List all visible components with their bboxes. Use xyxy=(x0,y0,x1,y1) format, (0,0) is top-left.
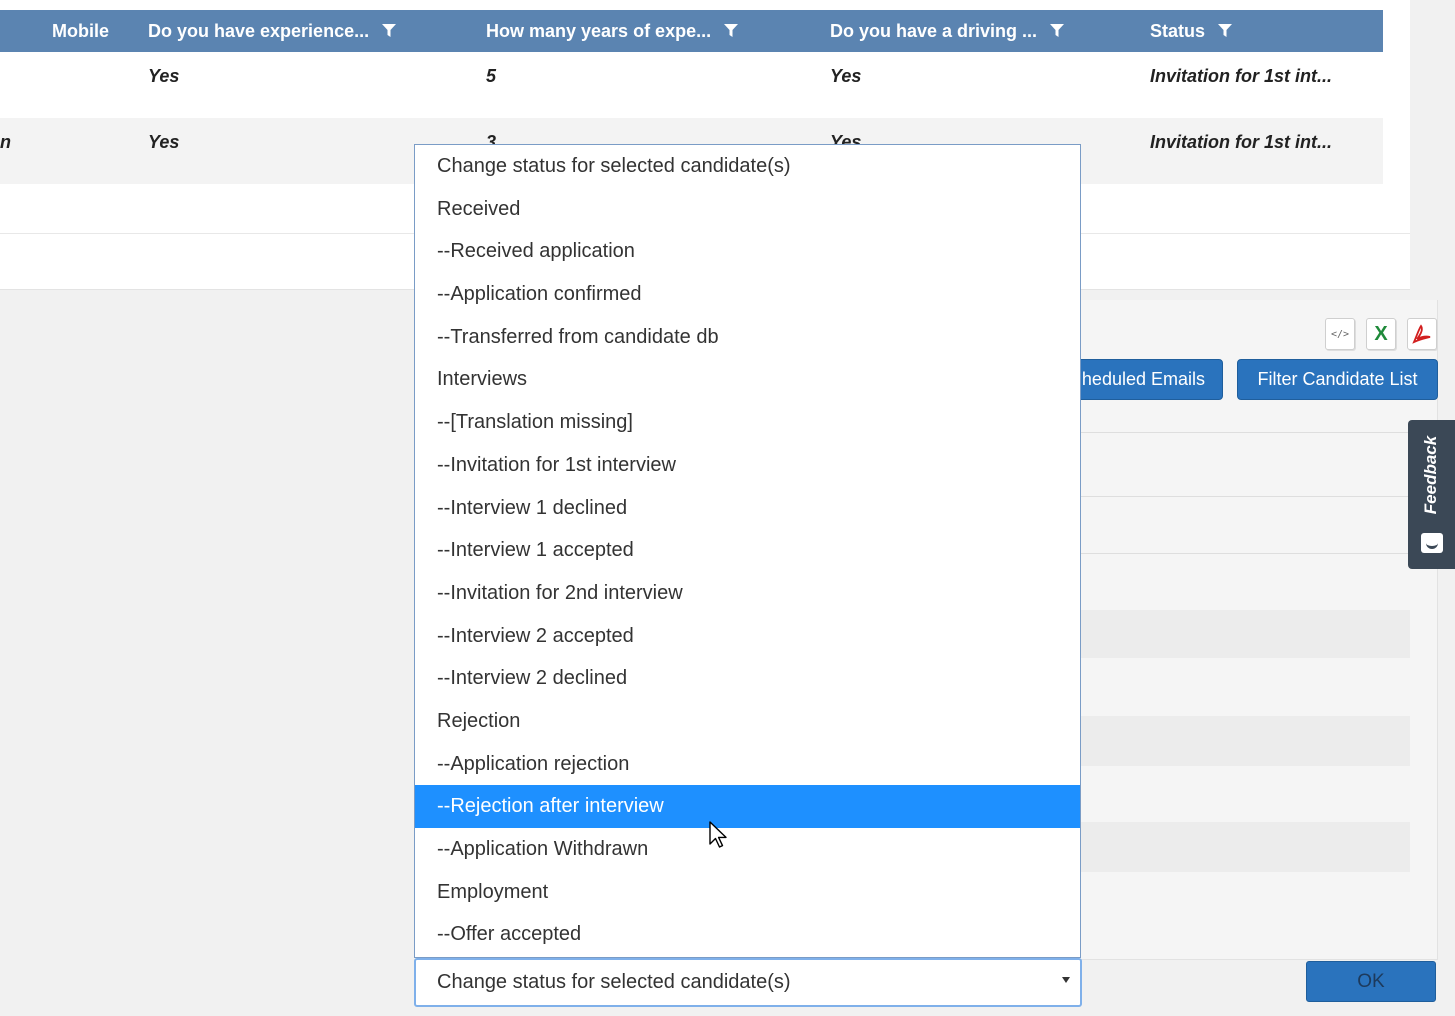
dropdown-option[interactable]: Received xyxy=(415,188,1080,231)
dropdown-option[interactable]: --Offer accepted xyxy=(415,913,1080,956)
filter-icon[interactable] xyxy=(1218,24,1233,38)
cell-status: Invitation for 1st int... xyxy=(1150,66,1333,86)
dropdown-option[interactable]: --Interview 2 accepted xyxy=(415,615,1080,658)
dropdown-option[interactable]: --Interview 2 declined xyxy=(415,657,1080,700)
dropdown-option[interactable]: --Application Withdrawn xyxy=(415,828,1080,871)
mouse-cursor-icon xyxy=(709,821,727,848)
pdf-icon xyxy=(1412,324,1431,344)
code-export-icon[interactable]: </> xyxy=(1325,318,1355,350)
dropdown-option[interactable]: --Interview 1 declined xyxy=(415,487,1080,530)
status-dropdown-list[interactable]: Change status for selected candidate(s) … xyxy=(414,144,1081,958)
dropdown-option[interactable]: --Interview 1 accepted xyxy=(415,529,1080,572)
dropdown-option-highlighted[interactable]: --Rejection after interview xyxy=(415,785,1080,828)
cell-years: 5 xyxy=(486,66,497,86)
filter-icon[interactable] xyxy=(382,24,397,38)
cell-driving: Yes xyxy=(830,66,862,86)
cell-experience: Yes xyxy=(148,132,180,152)
chevron-down-icon xyxy=(1062,977,1070,983)
cell-status: Invitation for 1st int... xyxy=(1150,132,1333,152)
dropdown-option[interactable]: --Invitation for 1st interview xyxy=(415,444,1080,487)
cell-experience: Yes xyxy=(148,66,180,86)
filter-icon[interactable] xyxy=(1050,24,1065,38)
excel-export-icon[interactable]: X xyxy=(1366,318,1396,350)
dropdown-option[interactable]: --Transferred from candidate db xyxy=(415,316,1080,359)
panel-divider xyxy=(1080,496,1438,497)
column-header-experience[interactable]: Do you have experience... xyxy=(148,10,397,52)
dropdown-option[interactable]: --Received application xyxy=(415,230,1080,273)
feedback-tab[interactable]: Feedback xyxy=(1408,420,1455,569)
dropdown-option[interactable]: --Application rejection xyxy=(415,743,1080,786)
dropdown-option[interactable]: Interviews xyxy=(415,358,1080,401)
ok-button[interactable]: OK xyxy=(1306,961,1436,1002)
table-header: Mobile Do you have experience... How man… xyxy=(0,10,1383,52)
dropdown-option[interactable]: --Application confirmed xyxy=(415,273,1080,316)
placeholder-row xyxy=(1080,610,1410,658)
column-header-status[interactable]: Status xyxy=(1150,10,1233,52)
select-value: Change status for selected candidate(s) xyxy=(437,971,791,993)
feedback-label: Feedback xyxy=(1421,435,1441,515)
scheduled-emails-button[interactable]: heduled Emails xyxy=(1060,359,1223,400)
column-header-mobile[interactable]: Mobile xyxy=(52,10,109,52)
dropdown-option[interactable]: --[Translation missing] xyxy=(415,401,1080,444)
panel-divider xyxy=(1080,553,1438,554)
change-status-select[interactable]: Change status for selected candidate(s) xyxy=(414,958,1082,1007)
table-row[interactable]: Yes 5 Yes Invitation for 1st int... xyxy=(0,52,1383,118)
dropdown-option[interactable]: --Invitation for 2nd interview xyxy=(415,572,1080,615)
dropdown-option[interactable]: Change status for selected candidate(s) xyxy=(415,145,1080,188)
filter-icon[interactable] xyxy=(724,24,739,38)
placeholder-row xyxy=(1080,716,1410,766)
pdf-export-icon[interactable] xyxy=(1407,318,1437,350)
dropdown-option[interactable]: Rejection xyxy=(415,700,1080,743)
column-header-driving[interactable]: Do you have a driving ... xyxy=(830,10,1065,52)
placeholder-row xyxy=(1080,822,1410,872)
filter-candidate-list-button[interactable]: Filter Candidate List xyxy=(1237,359,1438,400)
dropdown-option[interactable]: Employment xyxy=(415,871,1080,914)
cell-name: n xyxy=(0,132,11,152)
column-header-years[interactable]: How many years of expe... xyxy=(486,10,739,52)
panel-divider xyxy=(1080,432,1438,433)
feedback-smile-icon xyxy=(1421,533,1443,553)
